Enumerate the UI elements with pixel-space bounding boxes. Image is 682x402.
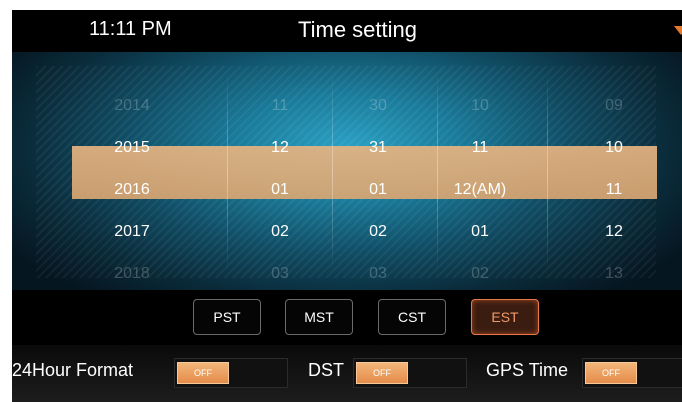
hour-option[interactable]: 01 <box>430 222 530 242</box>
toggle-knob: OFF <box>585 362 637 384</box>
toggle-knob: OFF <box>177 362 229 384</box>
day-wheel[interactable]: 30 31 01 02 03 <box>328 66 428 282</box>
timezone-cst-button[interactable]: CST <box>378 299 446 335</box>
time-setting-screen: 11:11 PM Time setting 2014 2015 2016 201… <box>12 10 682 402</box>
date-time-picker: 2014 2015 2016 2017 2018 11 12 01 02 03 … <box>12 52 682 290</box>
month-selected[interactable]: 01 <box>230 180 330 200</box>
year-wheel[interactable]: 2014 2015 2016 2017 2018 <box>82 66 182 282</box>
year-option[interactable]: 2018 <box>82 264 182 284</box>
year-option[interactable]: 2017 <box>82 222 182 242</box>
timezone-mst-button[interactable]: MST <box>285 299 353 335</box>
toggle-knob: OFF <box>356 362 408 384</box>
month-option[interactable]: 12 <box>230 138 330 158</box>
hour-option[interactable]: 11 <box>430 138 530 158</box>
day-option[interactable]: 30 <box>328 96 428 116</box>
page-title: Time setting <box>298 17 418 42</box>
hour-selected[interactable]: 12(AM) <box>430 180 530 200</box>
day-selected[interactable]: 01 <box>328 180 428 200</box>
year-selected[interactable]: 2016 <box>82 180 182 200</box>
timezone-bar: PST MST CST EST <box>12 290 682 345</box>
day-option[interactable]: 02 <box>328 222 428 242</box>
hour-option[interactable]: 02 <box>430 264 530 284</box>
minute-option[interactable]: 13 <box>564 264 664 284</box>
minute-wheel[interactable]: 09 10 11 12 13 <box>564 66 664 282</box>
day-option[interactable]: 31 <box>328 138 428 158</box>
gps-time-toggle[interactable]: OFF <box>582 358 682 388</box>
month-option[interactable]: 03 <box>230 264 330 284</box>
year-option[interactable]: 2014 <box>82 96 182 116</box>
column-separator <box>547 72 548 272</box>
top-bar: 11:11 PM Time setting <box>12 10 682 52</box>
minute-selected[interactable]: 11 <box>564 180 664 200</box>
hour-wheel[interactable]: 10 11 12(AM) 01 02 <box>430 66 530 282</box>
timezone-est-button[interactable]: EST <box>471 299 539 335</box>
month-option[interactable]: 11 <box>230 96 330 116</box>
clock: 11:11 PM <box>89 18 172 40</box>
hour24-toggle[interactable]: OFF <box>174 358 288 388</box>
month-option[interactable]: 02 <box>230 222 330 242</box>
dropdown-arrow-icon[interactable] <box>674 26 682 35</box>
dst-label: DST <box>308 360 344 380</box>
timezone-pst-button[interactable]: PST <box>193 299 261 335</box>
gps-time-label: GPS Time <box>486 360 569 380</box>
column-separator <box>227 72 228 272</box>
year-option[interactable]: 2015 <box>82 138 182 158</box>
month-wheel[interactable]: 11 12 01 02 03 <box>230 66 330 282</box>
minute-option[interactable]: 10 <box>564 138 664 158</box>
minute-option[interactable]: 09 <box>564 96 664 116</box>
hour24-label: 24Hour Format <box>12 360 134 380</box>
options-bar: 24Hour Format OFF DST OFF GPS Time OFF <box>12 345 682 402</box>
minute-option[interactable]: 12 <box>564 222 664 242</box>
day-option[interactable]: 03 <box>328 264 428 284</box>
dst-toggle[interactable]: OFF <box>353 358 467 388</box>
hour-option[interactable]: 10 <box>430 96 530 116</box>
